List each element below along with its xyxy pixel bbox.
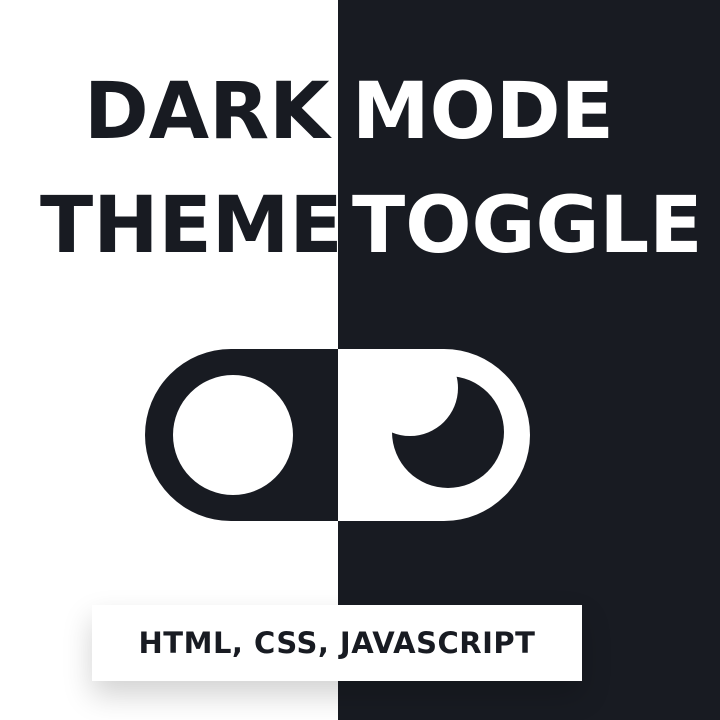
crescent-moon-icon — [392, 376, 504, 488]
badge-text: HTML, CSS, JAVASCRIPT — [138, 626, 536, 660]
circle-icon — [173, 375, 293, 495]
poster: DARK MODE DARK MODE THEME TOGGLE THEME T… — [0, 0, 720, 720]
tech-stack-badge: HTML, CSS, JAVASCRIPT — [92, 605, 582, 681]
